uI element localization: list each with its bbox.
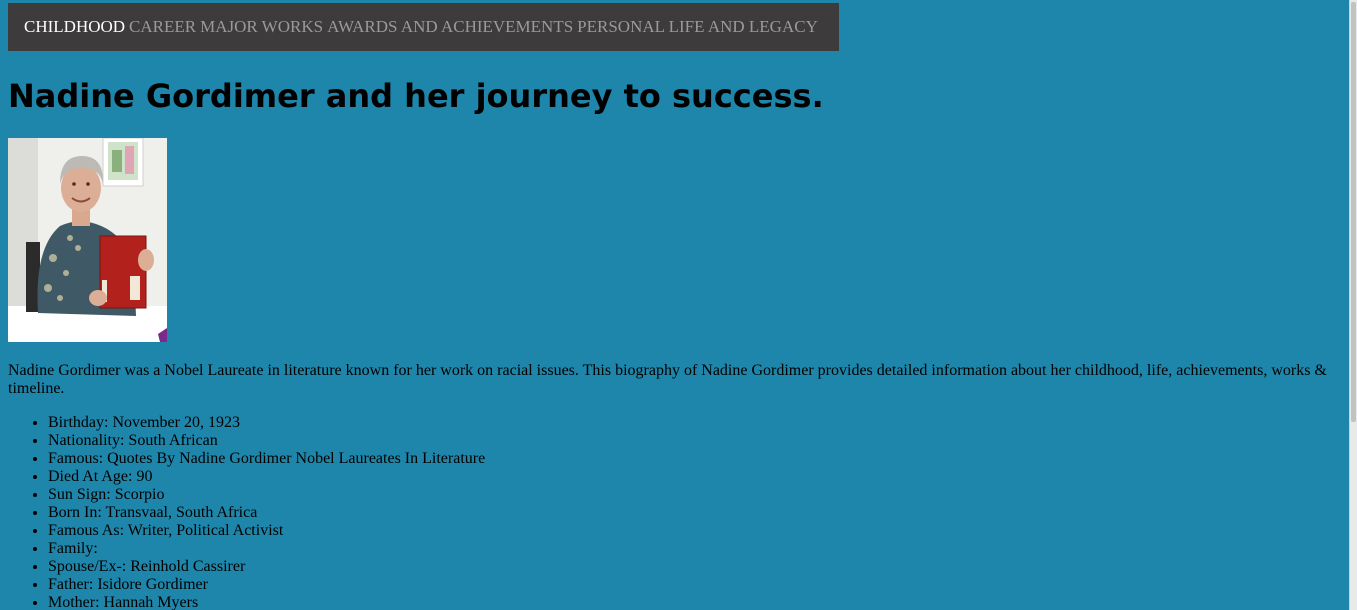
- fact-born-in: Born In: Transvaal, South Africa: [48, 504, 485, 522]
- fact-birthday: Birthday: November 20, 1923: [48, 414, 485, 432]
- intro-paragraph: Nadine Gordimer was a Nobel Laureate in …: [8, 362, 1327, 397]
- page: CHILDHOOD CAREER MAJOR WORKS AWARDS AND …: [0, 0, 1349, 610]
- fact-nationality: Nationality: South African: [48, 432, 485, 450]
- page-title: Nadine Gordimer and her journey to succe…: [8, 77, 824, 115]
- nav-item-awards[interactable]: AWARDS AND ACHIEVEMENTS: [327, 17, 573, 37]
- nav-item-major-works[interactable]: MAJOR WORKS: [200, 17, 323, 37]
- fact-mother: Mother: Hannah Myers: [48, 594, 485, 610]
- fact-family: Family:: [48, 540, 485, 558]
- nav-item-personal-life[interactable]: PERSONAL LIFE AND LEGACY: [577, 17, 818, 37]
- vertical-scrollbar[interactable]: [1349, 0, 1357, 610]
- fact-died-at-age: Died At Age: 90: [48, 468, 485, 486]
- facts-list: Birthday: November 20, 1923 Nationality:…: [8, 414, 485, 610]
- fact-sun-sign: Sun Sign: Scorpio: [48, 486, 485, 504]
- fact-spouse: Spouse/Ex-: Reinhold Cassirer: [48, 558, 485, 576]
- nav-item-childhood[interactable]: CHILDHOOD: [24, 17, 125, 37]
- fact-father: Father: Isidore Gordimer: [48, 576, 485, 594]
- scrollbar-thumb[interactable]: [1351, 2, 1356, 422]
- fact-famous-as: Famous As: Writer, Political Activist: [48, 522, 485, 540]
- top-nav: CHILDHOOD CAREER MAJOR WORKS AWARDS AND …: [8, 3, 839, 51]
- portrait-photo: [8, 138, 167, 342]
- fact-famous: Famous: Quotes By Nadine Gordimer Nobel …: [48, 450, 485, 468]
- nav-item-career[interactable]: CAREER: [129, 17, 196, 37]
